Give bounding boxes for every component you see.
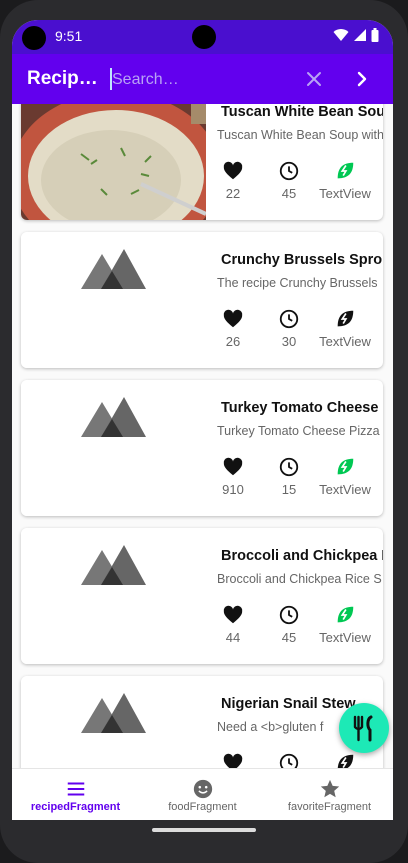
likes-stat: 44	[211, 604, 255, 645]
vegan-label: TextView	[319, 334, 371, 349]
leaf-icon	[337, 458, 354, 475]
clock-icon	[279, 457, 299, 477]
heart-icon	[223, 309, 243, 328]
vegan-label: TextView	[319, 186, 371, 201]
signal-icon	[354, 29, 366, 41]
recipe-title: Crunchy Brussels Sprout	[221, 252, 383, 268]
recipe-list[interactable]: Tuscan White Bean Soup Tuscan White Bean…	[12, 104, 393, 768]
search-input[interactable]	[110, 66, 294, 94]
vegan-label: TextView	[319, 630, 371, 645]
placeholder-image-icon	[21, 528, 206, 664]
app-bar: Recip…	[12, 54, 393, 104]
recipe-card[interactable]: Nigerian Snail Stew Need a <b>gluten f	[21, 676, 383, 768]
recipe-card[interactable]: Crunchy Brussels Sprout The recipe Crunc…	[21, 232, 383, 368]
likes-count: 26	[225, 334, 241, 349]
nav-label: recipedFragment	[30, 801, 121, 813]
placeholder-image-icon	[21, 232, 206, 368]
heart-icon	[223, 457, 243, 476]
nav-item-recipes[interactable]: recipedFragment	[12, 769, 139, 820]
menu-icon	[67, 782, 84, 796]
leaf-icon	[337, 310, 354, 327]
likes-count: 22	[225, 186, 241, 201]
vegan-stat: TextView	[303, 160, 383, 201]
recipe-description: Need a <b>gluten f	[217, 720, 324, 734]
vegan-stat	[303, 752, 383, 768]
recipe-title: Turkey Tomato Cheese P	[221, 400, 383, 416]
leaf-icon	[337, 162, 354, 179]
status-bar: 9:51	[12, 20, 393, 54]
screen: 9:51 Recip… Tuscan White Bean So	[12, 20, 393, 820]
likes-stat: 22	[211, 160, 255, 201]
recipe-card[interactable]: Tuscan White Bean Soup Tuscan White Bean…	[21, 104, 383, 220]
vegan-label: TextView	[319, 482, 371, 497]
placeholder-image-icon	[21, 676, 206, 768]
likes-stat: 26	[211, 308, 255, 349]
bean-soup-photo	[21, 104, 206, 220]
nav-label: foodFragment	[168, 801, 237, 813]
recipe-title: Broccoli and Chickpea R	[221, 548, 383, 564]
star-icon	[320, 779, 339, 798]
recipe-card[interactable]: Broccoli and Chickpea R Broccoli and Chi…	[21, 528, 383, 664]
restaurant-icon	[353, 715, 373, 742]
recipe-description: The recipe Crunchy Brussels	[217, 276, 378, 290]
restaurant-fab-button[interactable]	[339, 703, 389, 753]
recipe-description: Tuscan White Bean Soup with	[217, 128, 383, 142]
likes-count: 44	[225, 630, 241, 645]
bottom-navigation: recipedFragment foodFragment favoriteFra…	[12, 768, 393, 820]
likes-stat: 910	[211, 456, 255, 497]
chevron-right-icon[interactable]	[350, 67, 374, 91]
battery-icon	[371, 28, 379, 42]
wifi-icon	[333, 29, 349, 41]
vegan-stat: TextView	[303, 604, 383, 645]
status-time: 9:51	[55, 28, 83, 44]
text-cursor	[110, 68, 112, 90]
gesture-navigation-bar[interactable]	[152, 828, 256, 832]
leaf-icon	[337, 606, 354, 623]
close-icon[interactable]	[302, 67, 326, 91]
smiley-icon	[193, 779, 212, 799]
nav-label: favoriteFragment	[287, 801, 372, 813]
heart-icon	[223, 161, 243, 180]
status-icons	[333, 28, 379, 42]
likes-count: 910	[222, 482, 244, 497]
clock-icon	[279, 753, 299, 768]
clock-icon	[279, 161, 299, 181]
recipe-title: Tuscan White Bean Soup	[221, 104, 383, 120]
nav-item-favorites[interactable]: favoriteFragment	[266, 769, 393, 820]
leaf-icon	[337, 754, 354, 768]
nav-item-food[interactable]: foodFragment	[139, 769, 266, 820]
vegan-stat: TextView	[303, 456, 383, 497]
recipe-card[interactable]: Turkey Tomato Cheese P Turkey Tomato Che…	[21, 380, 383, 516]
likes-stat	[211, 752, 255, 768]
recipe-title: Nigerian Snail Stew	[221, 696, 356, 712]
camera-cutout	[22, 26, 46, 50]
vegan-stat: TextView	[303, 308, 383, 349]
heart-icon	[223, 605, 243, 624]
clock-icon	[279, 605, 299, 625]
placeholder-image-icon	[21, 380, 206, 516]
clock-icon	[279, 309, 299, 329]
heart-icon	[223, 753, 243, 768]
recipe-description: Broccoli and Chickpea Rice S	[217, 572, 382, 586]
front-camera	[192, 25, 216, 49]
app-title: Recip…	[27, 68, 98, 89]
recipe-description: Turkey Tomato Cheese Pizza	[217, 424, 380, 438]
